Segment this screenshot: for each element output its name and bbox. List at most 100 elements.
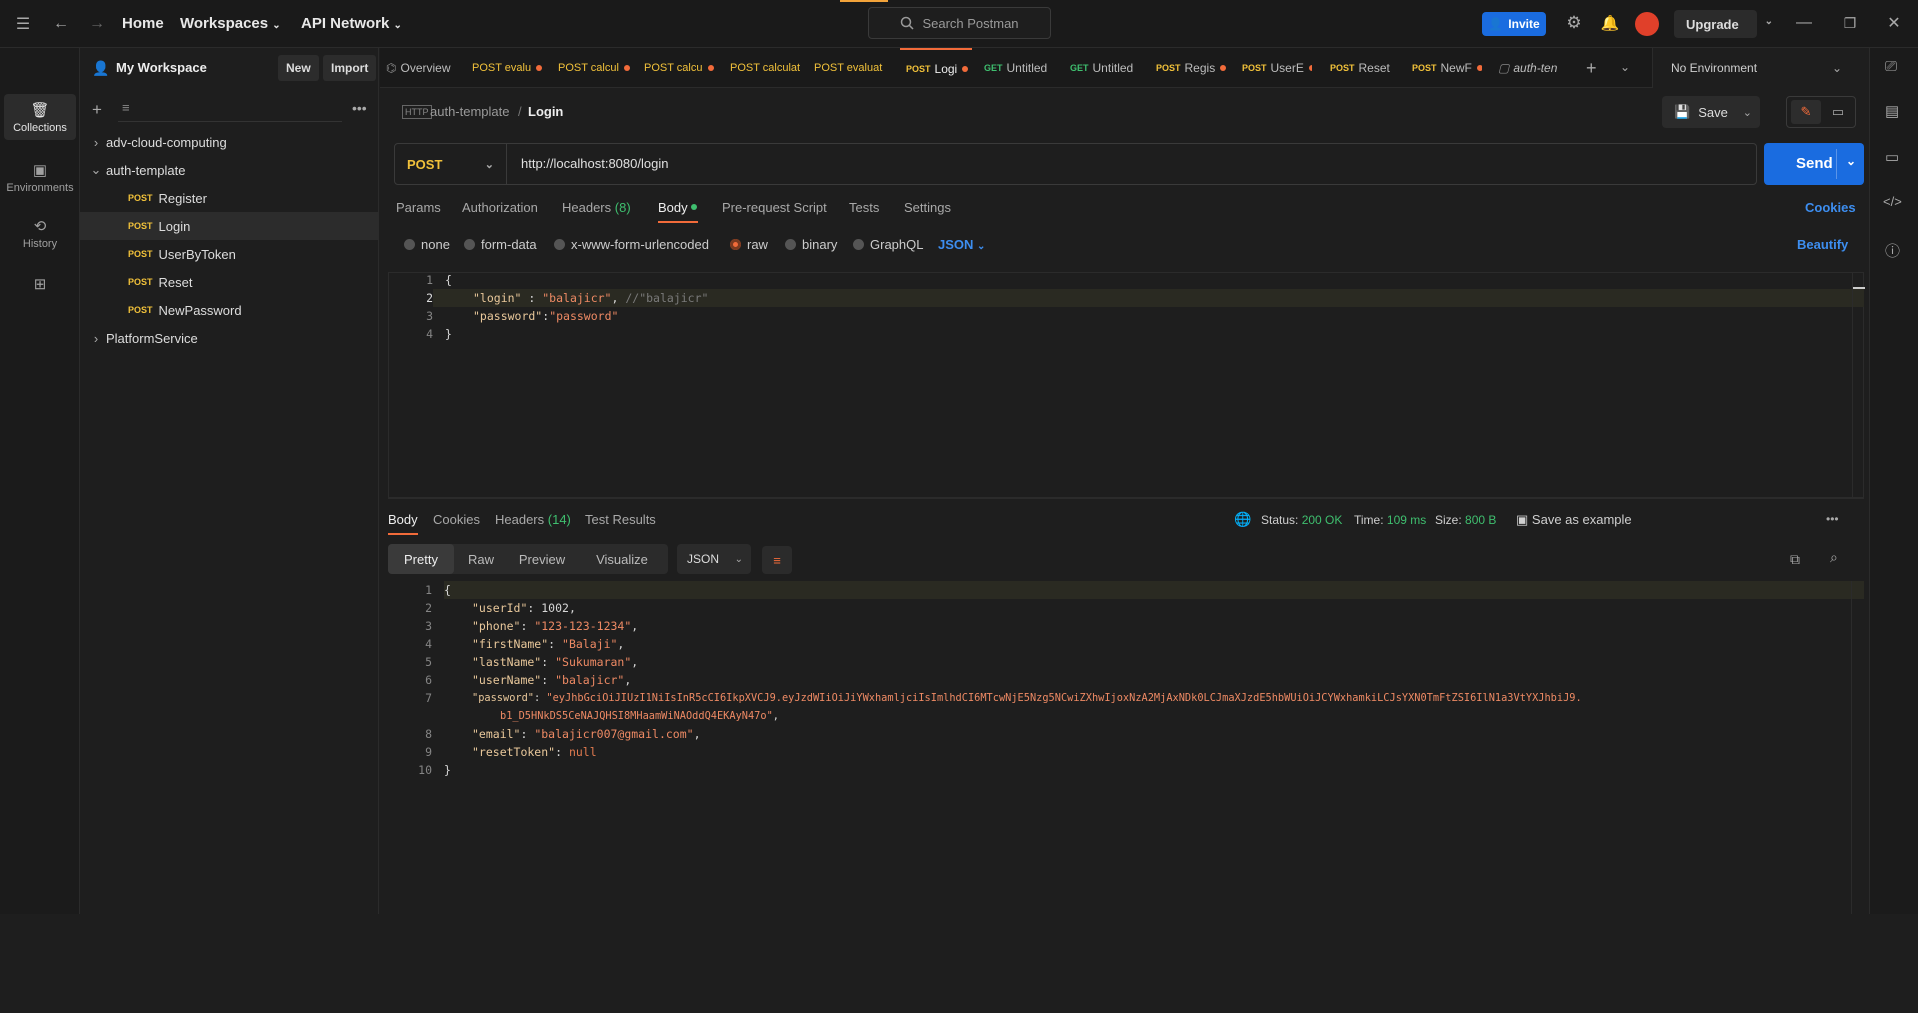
plus-icon[interactable]: +	[92, 100, 102, 120]
tab-authorization[interactable]: Authorization	[462, 200, 538, 215]
tree-request[interactable]: POST Reset	[80, 268, 379, 296]
tree-request[interactable]: POST Register	[80, 184, 379, 212]
view-pretty[interactable]: Pretty	[388, 544, 454, 574]
tab-request[interactable]: POST evalu	[472, 48, 548, 88]
cookies-link[interactable]: Cookies	[1805, 200, 1856, 215]
search-icon[interactable]: ⌕	[1830, 549, 1838, 566]
new-button[interactable]: New	[278, 55, 319, 81]
tab-params[interactable]: Params	[396, 200, 441, 215]
api-icon[interactable]: ⎚	[1885, 58, 1897, 75]
chevron-down-icon[interactable]: ⌄	[1743, 106, 1752, 119]
method-select[interactable]: POST ⌄	[395, 144, 507, 184]
bell-icon[interactable]: 🔔	[1600, 13, 1620, 33]
restore-icon[interactable]: ❐	[1840, 13, 1860, 33]
response-format-select[interactable]: JSON ⌄	[677, 544, 751, 574]
upgrade-button[interactable]: Upgrade ⌄	[1674, 10, 1773, 38]
request-name[interactable]: Login	[528, 104, 563, 119]
code-icon[interactable]: </>	[1883, 194, 1902, 209]
view-preview[interactable]: Preview	[508, 544, 576, 574]
tab-body[interactable]: Body	[658, 200, 698, 215]
resp-tab-body[interactable]: Body	[388, 512, 418, 527]
language-select[interactable]: JSON ⌄	[938, 237, 985, 252]
filter-input[interactable]: ≡	[118, 96, 342, 122]
radio-urlencoded[interactable]: x-www-form-urlencoded	[554, 237, 709, 252]
tree-collection[interactable]: › PlatformService	[80, 324, 379, 352]
comments-icon[interactable]: ▭	[1885, 148, 1899, 166]
globe-icon[interactable]: 🌐	[1234, 511, 1251, 528]
beautify-link[interactable]: Beautify	[1797, 237, 1848, 252]
response-body-viewer[interactable]: 1 2 3 4 5 6 7 8 9 10 { "userId": 1002, "…	[388, 581, 1864, 914]
save-example-button[interactable]: ▣ Save as example	[1516, 512, 1632, 528]
comment-icon[interactable]: ▭	[1823, 100, 1853, 124]
documentation-icon[interactable]: ▤	[1885, 102, 1899, 120]
chevron-down-icon[interactable]: ⌄	[1846, 154, 1856, 168]
api-network-menu[interactable]: API Network ⌄	[301, 15, 402, 32]
more-options-icon[interactable]: •••	[352, 100, 367, 116]
workspaces-menu[interactable]: Workspaces ⌄	[180, 15, 281, 32]
tab-request[interactable]: POST Regis	[1156, 48, 1228, 88]
save-button[interactable]: 💾 Save ⌄	[1662, 96, 1760, 128]
view-visualize[interactable]: Visualize	[576, 544, 668, 574]
tab-settings[interactable]: Settings	[904, 200, 951, 215]
plus-icon[interactable]: +	[1586, 58, 1597, 79]
tab-request[interactable]: GET Untitled	[984, 48, 1056, 88]
more-options-icon[interactable]: •••	[1826, 512, 1839, 526]
request-body-editor[interactable]: 1 2 3 4 { "login" : "balajicr", //"balaj…	[388, 272, 1865, 498]
tree-collection[interactable]: ⌄ auth-template	[80, 156, 379, 184]
tab-overview[interactable]: ⌬ Overview	[386, 48, 456, 88]
tree-collection[interactable]: › adv-cloud-computing	[80, 128, 379, 156]
scroll-thumb[interactable]	[1853, 287, 1865, 289]
breadcrumb-collection[interactable]: auth-template	[430, 104, 510, 119]
radio-none[interactable]: none	[404, 237, 450, 252]
tab-prerequest[interactable]: Pre-request Script	[722, 200, 827, 215]
back-arrow-icon[interactable]: ←	[52, 14, 70, 34]
send-button[interactable]: Send ⌄	[1764, 143, 1864, 185]
tab-headers[interactable]: Headers (8)	[562, 200, 631, 215]
tab-request[interactable]: POST calcu	[644, 48, 722, 88]
workspace-name[interactable]: My Workspace	[116, 60, 207, 75]
gear-icon[interactable]: ⚙	[1564, 13, 1584, 33]
home-link[interactable]: Home	[122, 15, 164, 32]
tab-request[interactable]: POST NewF	[1412, 48, 1482, 88]
invite-button[interactable]: 👤 Invite	[1482, 12, 1546, 36]
radio-form-data[interactable]: form-data	[464, 237, 537, 252]
chevron-down-icon[interactable]: ⌄	[1765, 16, 1773, 27]
tab-request[interactable]: POST calcul	[558, 48, 636, 88]
tab-login-active[interactable]: POST Logi	[900, 48, 972, 88]
tab-request[interactable]: POST calculat	[730, 48, 800, 88]
tab-request[interactable]: POST Reset	[1330, 48, 1392, 88]
forward-arrow-icon[interactable]: →	[88, 14, 106, 34]
tree-request[interactable]: POST Login	[80, 212, 379, 240]
tab-request[interactable]: GET Untitled	[1070, 48, 1142, 88]
search-box[interactable]: Search Postman	[868, 7, 1051, 39]
minimize-icon[interactable]: —	[1794, 13, 1814, 33]
import-button[interactable]: Import	[323, 55, 377, 81]
scrollbar[interactable]	[1852, 273, 1865, 497]
tree-request[interactable]: POST NewPassword	[80, 296, 379, 324]
info-icon[interactable]: ⓘ	[1885, 240, 1900, 261]
rail-environments[interactable]: ▣ Environments	[4, 154, 76, 200]
radio-graphql[interactable]: GraphQL	[853, 237, 923, 252]
tab-folder[interactable]: ▢ auth-ten	[1498, 48, 1562, 88]
resp-tab-cookies[interactable]: Cookies	[433, 512, 480, 527]
resp-tab-tests[interactable]: Test Results	[585, 512, 656, 527]
rail-history[interactable]: ⟲ History	[4, 210, 76, 256]
url-input[interactable]: http://localhost:8080/login	[521, 156, 668, 171]
close-icon[interactable]: ✕	[1884, 13, 1904, 33]
tree-request[interactable]: POST UserByToken	[80, 240, 379, 268]
copy-icon[interactable]: ⧉	[1790, 551, 1800, 568]
tab-request[interactable]: POST UserE	[1242, 48, 1312, 88]
resp-tab-headers[interactable]: Headers (14)	[495, 512, 571, 527]
chevron-down-icon[interactable]: ⌄	[1620, 60, 1630, 74]
environment-select[interactable]: No Environment ⌄	[1652, 48, 1852, 88]
radio-binary[interactable]: binary	[785, 237, 837, 252]
rail-apps[interactable]: ⊞	[4, 268, 76, 300]
tab-tests[interactable]: Tests	[849, 200, 879, 215]
avatar[interactable]	[1635, 12, 1659, 36]
tab-request[interactable]: POST evaluat	[814, 48, 884, 88]
scrollbar[interactable]	[1851, 581, 1852, 914]
rail-collections[interactable]: 🗑 Collections	[4, 94, 76, 140]
menu-icon[interactable]: ☰	[14, 14, 32, 34]
radio-raw[interactable]: raw	[730, 237, 768, 252]
wrap-lines-icon[interactable]: ≡	[762, 546, 792, 574]
